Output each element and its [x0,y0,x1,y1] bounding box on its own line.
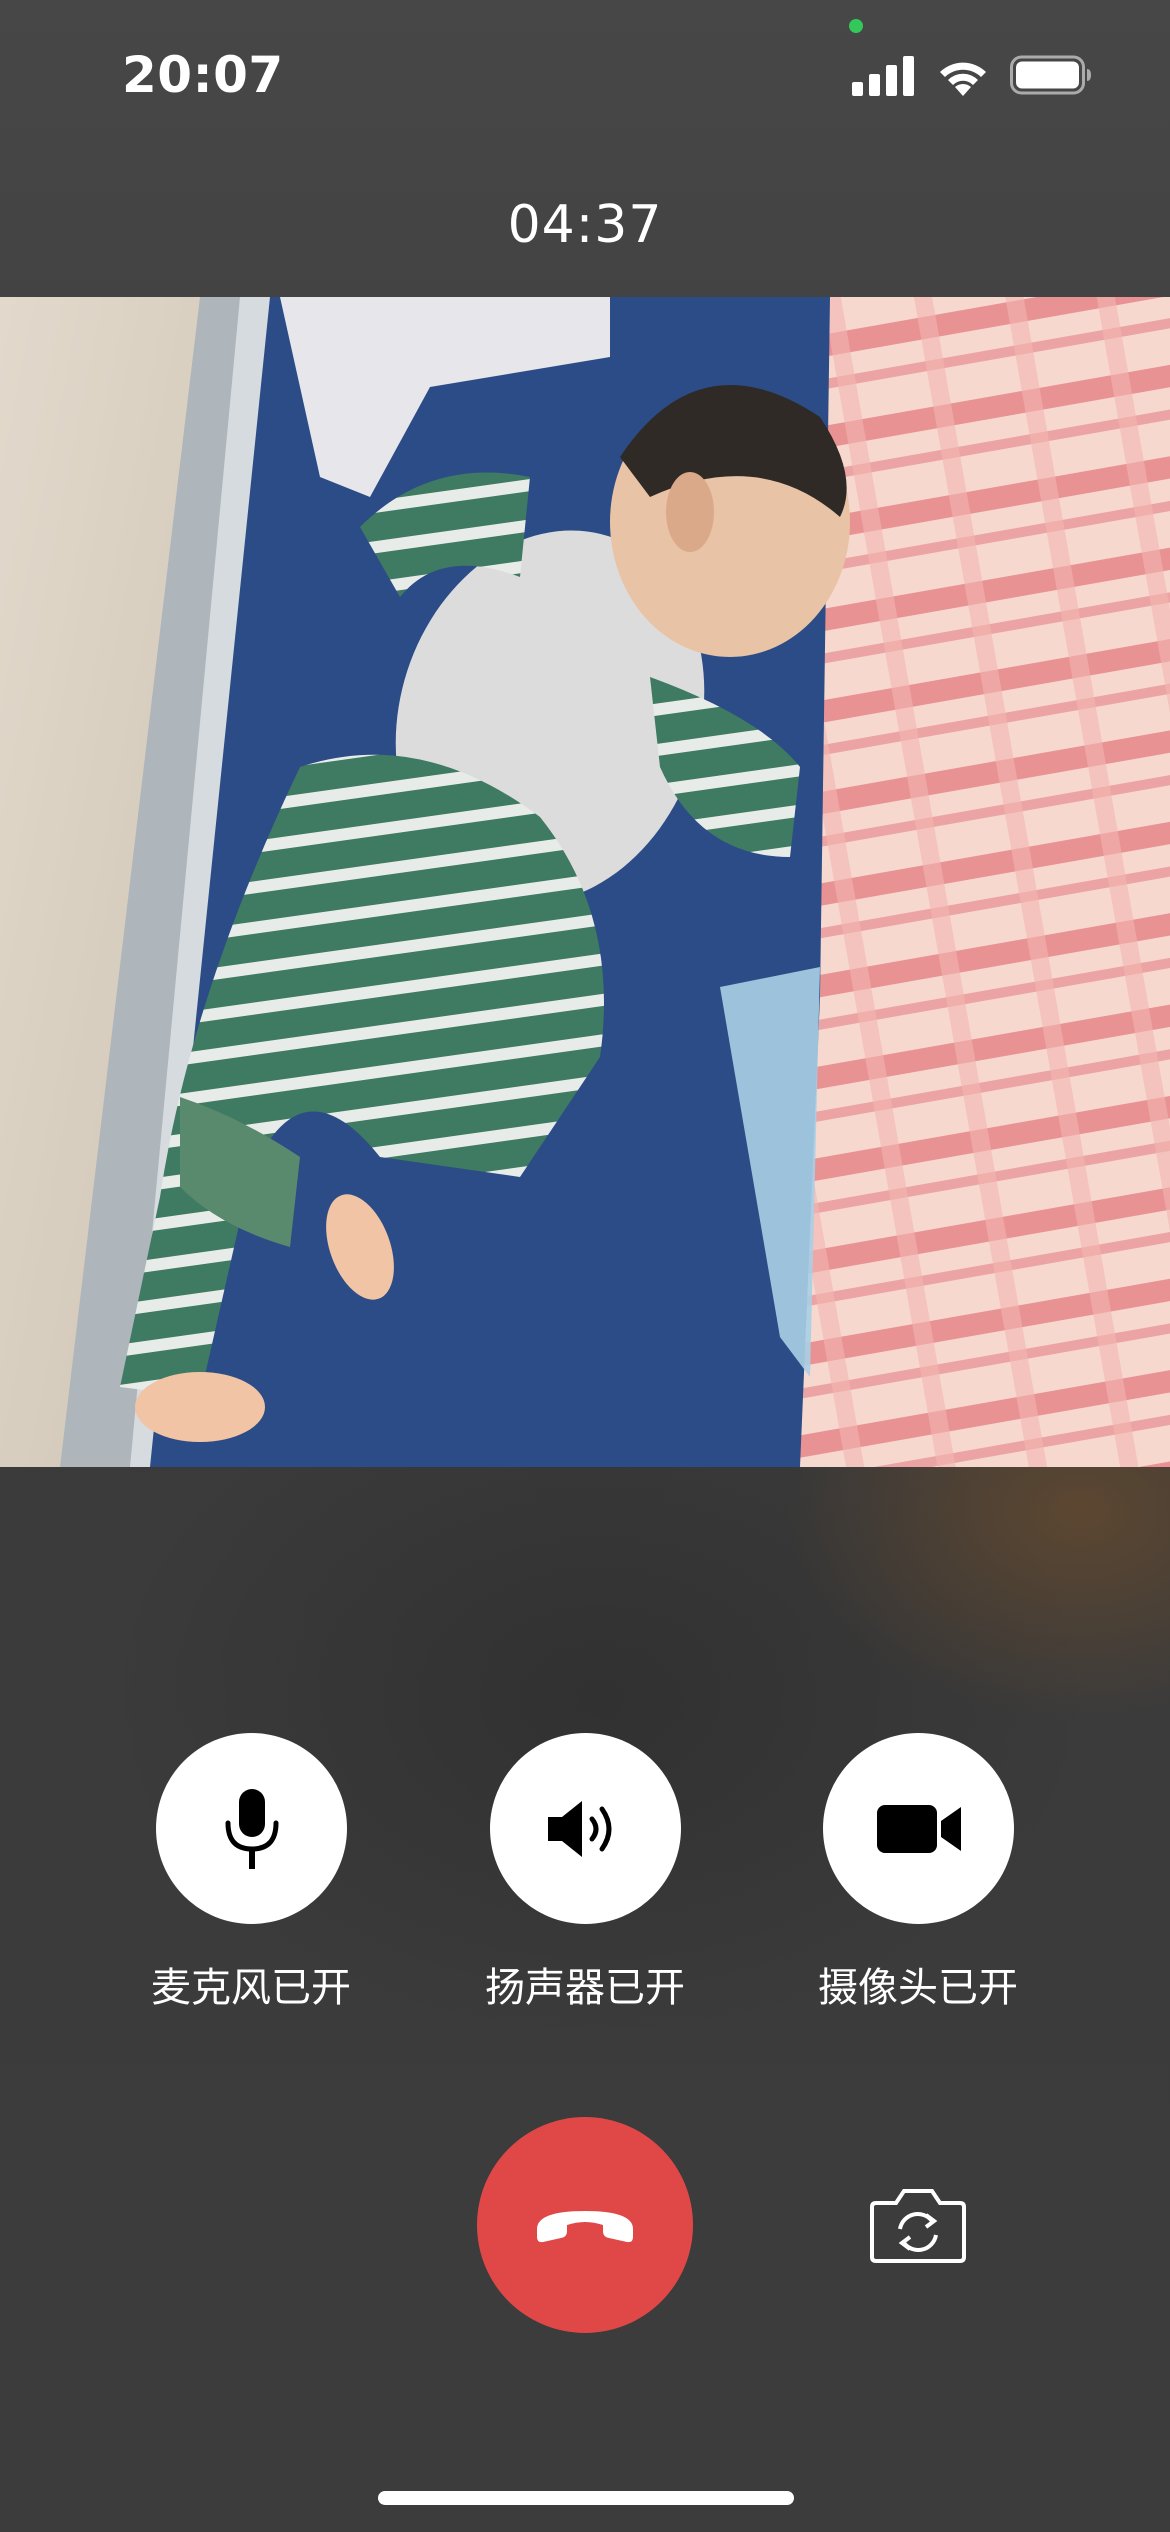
phone-hangup-icon [537,2211,633,2243]
video-camera-icon [876,1804,961,1853]
end-call-button[interactable] [477,2117,693,2333]
camera-flip-icon [870,2189,966,2263]
remote-video-feed [0,297,1170,1467]
camera-control: 摄像头已开 [768,1733,1068,2033]
status-time: 20:07 [122,46,284,104]
speaker-icon [547,1800,611,1857]
privacy-indicator-dot [849,19,863,33]
microphone-button[interactable] [156,1733,347,1924]
microphone-icon [225,1788,278,1869]
microphone-control: 麦克风已开 [101,1733,401,2033]
video-call-screen: 20:07 04:37 麦克风已开 扬声器已开 摄像头已开 [0,0,1170,2532]
battery-icon [1010,55,1091,95]
speaker-control: 扬声器已开 [435,1733,735,2033]
microphone-label: 麦克风已开 [151,1965,351,2011]
speaker-button[interactable] [490,1733,681,1924]
camera-button[interactable] [823,1733,1014,1924]
home-indicator[interactable] [378,2491,794,2505]
status-icons [852,55,1092,98]
speaker-label: 扬声器已开 [485,1965,685,2011]
wifi-icon [940,62,986,96]
signal-icon [852,56,914,96]
flip-camera-button[interactable] [868,2185,968,2265]
camera-label: 摄像头已开 [818,1965,1018,2011]
call-timer: 04:37 [507,195,663,255]
